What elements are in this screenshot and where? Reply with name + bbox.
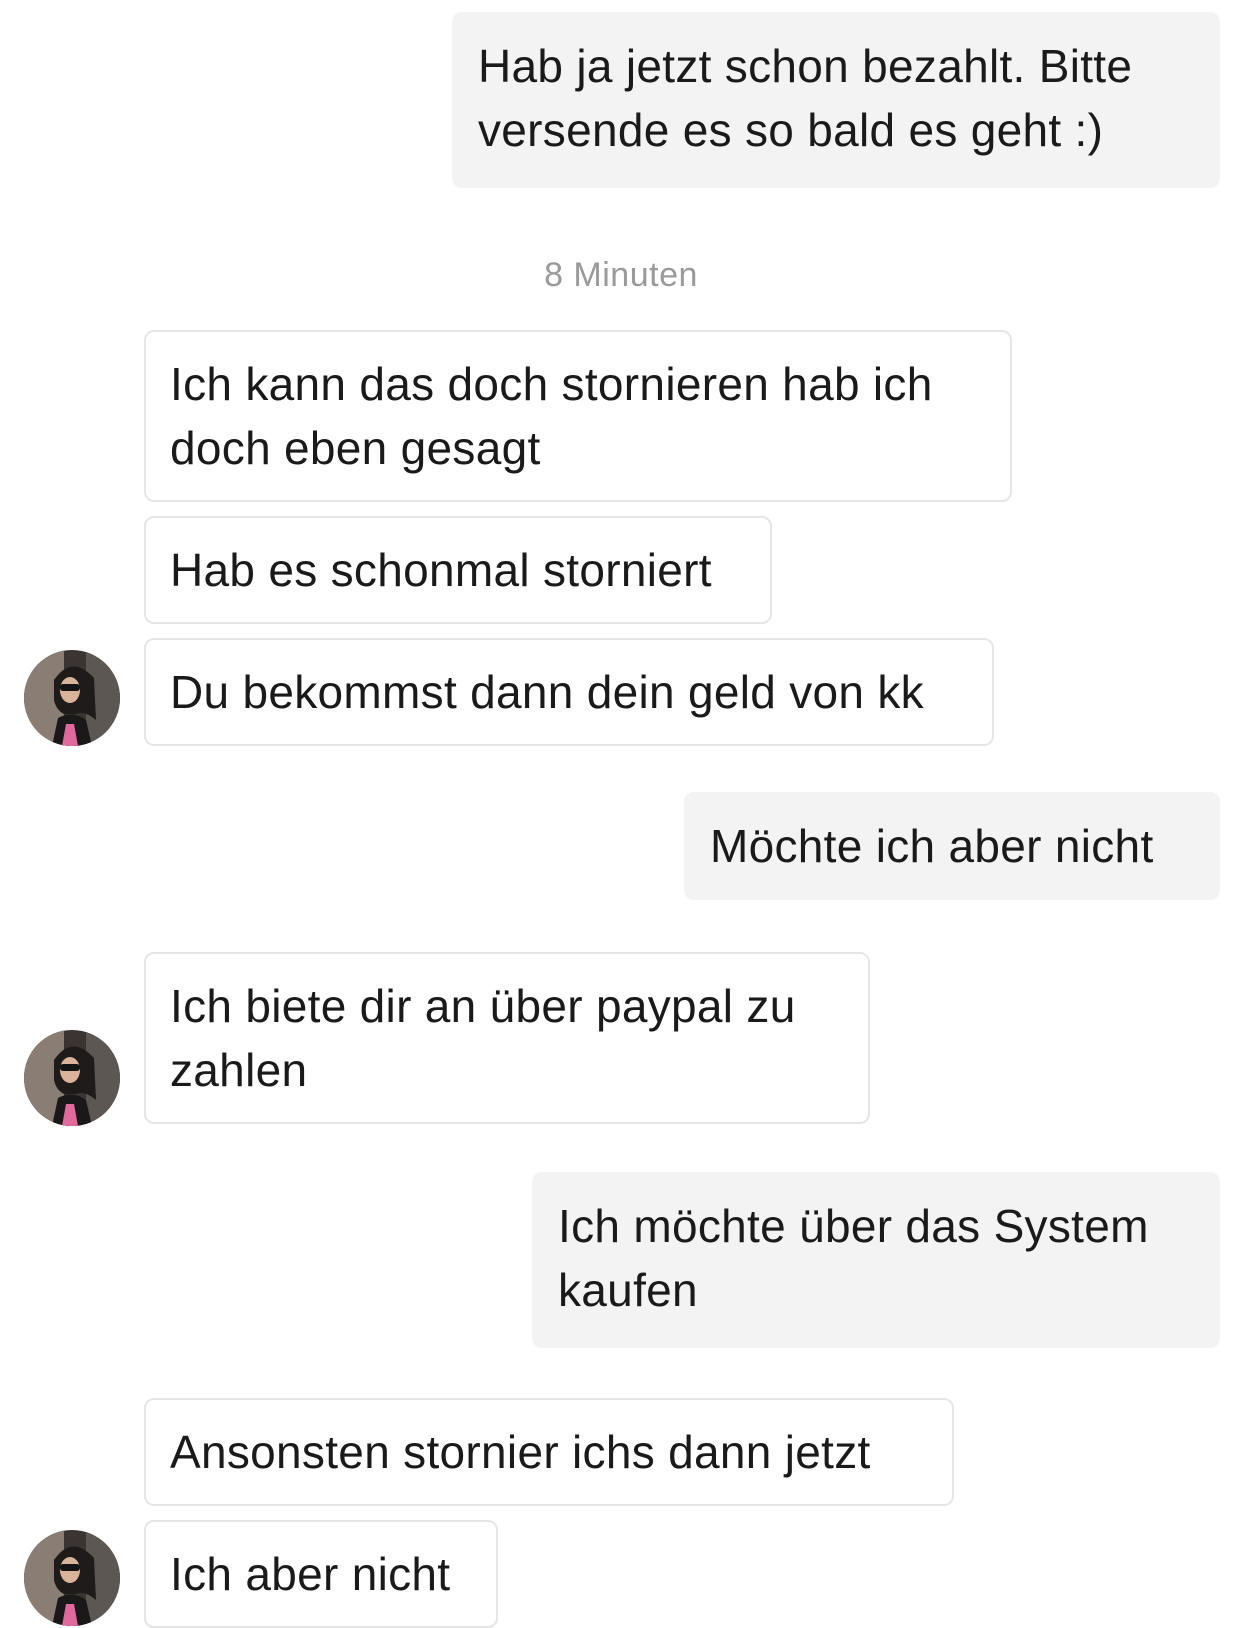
contact-avatar[interactable] [24, 1530, 120, 1626]
avatar-image [24, 650, 120, 746]
message-bubble-received: Ich kann das doch stornieren hab ich doc… [144, 330, 1012, 502]
message-bubble-sent: Ich möchte über das System kaufen [532, 1172, 1220, 1348]
message-bubble-received: Du bekommst dann dein geld von kk [144, 638, 994, 746]
message-bubble-sent: Hab ja jetzt schon bezahlt. Bitte versen… [452, 12, 1220, 188]
message-bubble-sent: Möchte ich aber nicht [684, 792, 1220, 900]
message-bubble-received: Ich biete dir an über paypal zu zahlen [144, 952, 870, 1124]
message-timestamp: 8 Minuten [544, 256, 698, 294]
contact-avatar[interactable] [24, 650, 120, 746]
message-bubble-received: Ich aber nicht [144, 1520, 498, 1628]
contact-avatar[interactable] [24, 1030, 120, 1126]
avatar-image [24, 1530, 120, 1626]
message-bubble-received: Hab es schonmal storniert [144, 516, 772, 624]
message-bubble-received: Ansonsten stornier ichs dann jetzt [144, 1398, 954, 1506]
avatar-image [24, 1030, 120, 1126]
